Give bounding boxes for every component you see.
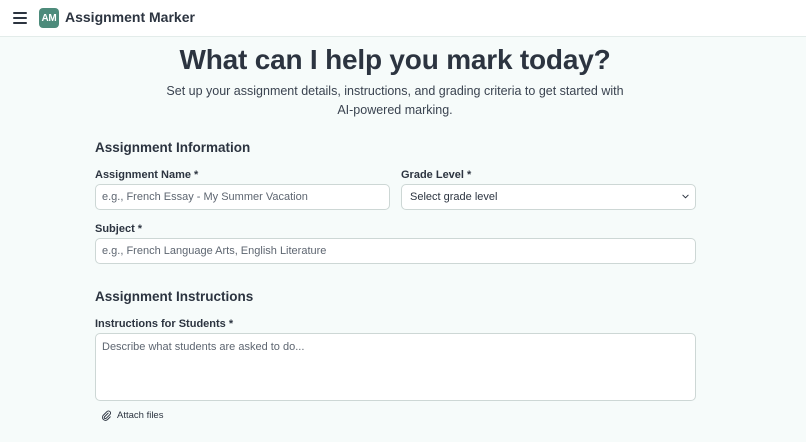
page-subtitle: Set up your assignment details, instruct… [166, 84, 624, 117]
hamburger-menu-icon[interactable] [13, 11, 27, 25]
assignment-information-heading: Assignment Information [95, 140, 251, 155]
attach-files-label: Attach files [117, 410, 164, 421]
subject-label: Subject * [95, 223, 143, 235]
app-title: Assignment Marker [65, 9, 195, 25]
attach-files-button[interactable]: Attach files [101, 410, 163, 421]
grade-level-select[interactable]: Select grade level [401, 184, 696, 210]
page-title: What can I help you mark today? [179, 44, 611, 75]
instructions-textarea[interactable] [95, 333, 696, 401]
app-logo: AM [39, 8, 59, 28]
top-bar: AM Assignment Marker [0, 0, 806, 37]
assignment-name-label: Assignment Name * [95, 169, 199, 181]
grade-level-value: Select grade level [410, 191, 498, 203]
paperclip-icon [102, 410, 111, 421]
subject-input[interactable] [95, 238, 696, 264]
instructions-label: Instructions for Students * [95, 318, 234, 330]
chevron-down-icon [682, 194, 689, 199]
grade-level-label: Grade Level * [401, 169, 472, 181]
assignment-name-input[interactable] [95, 184, 390, 210]
assignment-instructions-heading: Assignment Instructions [95, 289, 254, 304]
